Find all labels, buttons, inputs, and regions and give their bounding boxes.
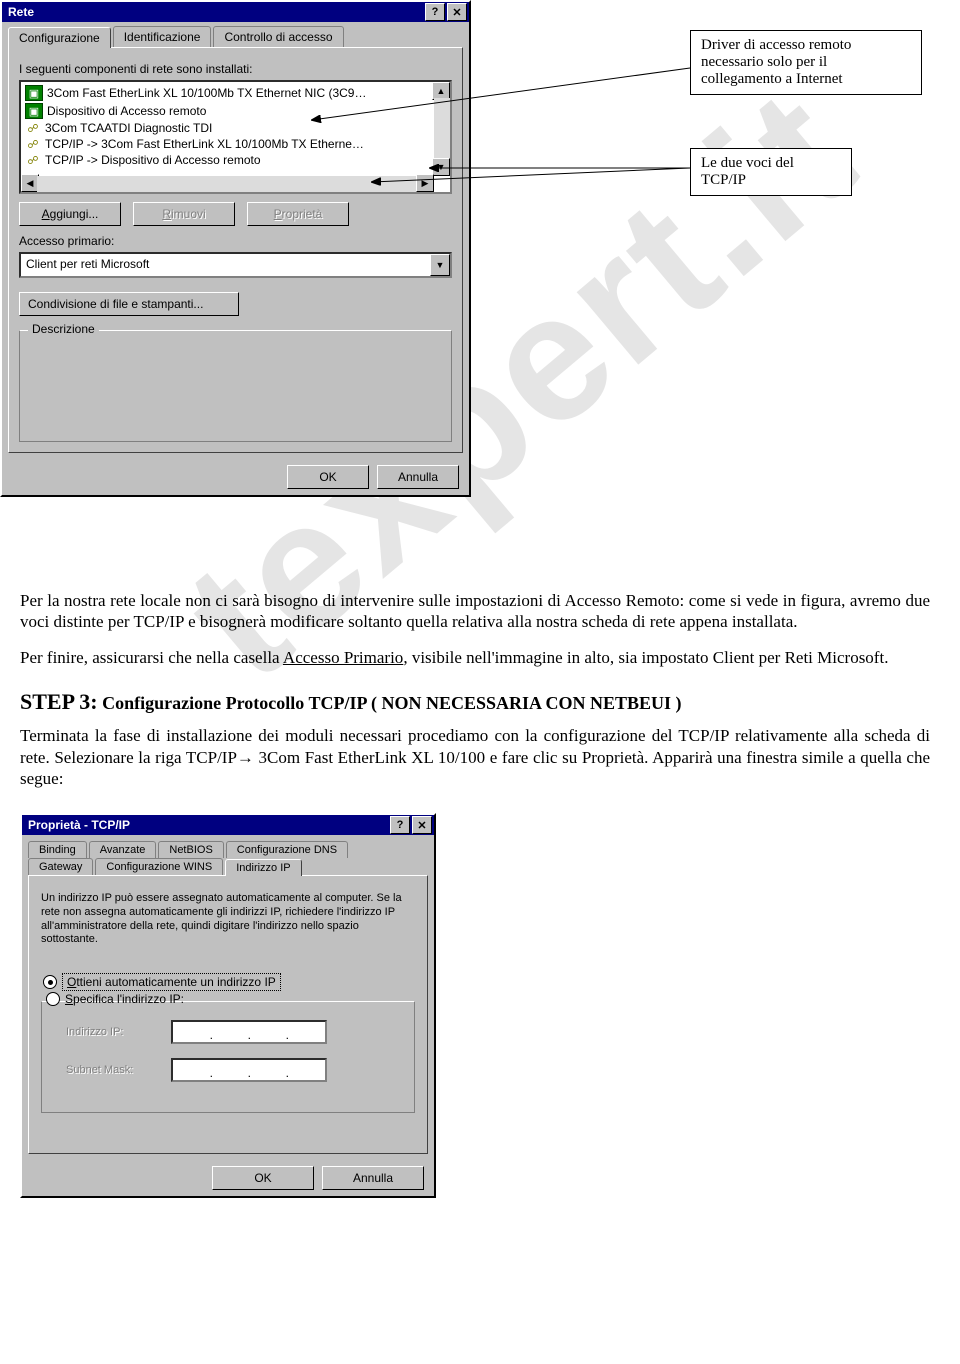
radio-icon	[46, 992, 60, 1006]
cancel-button[interactable]: Annulla	[322, 1166, 424, 1190]
link-accesso-primario: Accesso Primario	[283, 648, 403, 667]
subnet-mask-field[interactable]	[171, 1058, 327, 1082]
ip-address-label: Indirizzo IP:	[66, 1026, 161, 1038]
tab-configurazione[interactable]: Configurazione	[8, 27, 111, 48]
tab-config-wins[interactable]: Configurazione WINS	[95, 858, 223, 875]
help-button[interactable]: ?	[390, 816, 410, 834]
dialog-tcpip-properties: Proprietà - TCP/IP ? ✕ Binding Avanzate …	[20, 813, 436, 1198]
subnet-mask-label: Subnet Mask:	[66, 1064, 161, 1076]
paragraph: Per la nostra rete locale non ci sarà bi…	[20, 590, 930, 633]
close-button[interactable]: ✕	[412, 816, 432, 834]
title-tcpip: Proprietà - TCP/IP	[24, 818, 388, 832]
tab-indirizzo-ip[interactable]: Indirizzo IP	[225, 859, 301, 876]
ip-address-field[interactable]	[171, 1020, 327, 1044]
ip-info-text: Un indirizzo IP può essere assegnato aut…	[41, 892, 415, 947]
radio-icon	[43, 975, 57, 989]
callout-tcpip: Le due voci del TCP/IP	[690, 148, 852, 196]
step3-heading: STEP 3: Configurazione Protocollo TCP/IP…	[20, 688, 930, 716]
paragraph: Terminata la fase di installazione dei m…	[20, 725, 930, 789]
paragraph: Per finire, assicurarsi che nella casell…	[20, 647, 930, 668]
tab-config-dns[interactable]: Configurazione DNS	[226, 841, 348, 858]
radio-auto-ip[interactable]: Ottieni automaticamente un indirizzo IP	[43, 973, 413, 991]
titlebar-tcpip[interactable]: Proprietà - TCP/IP ? ✕	[22, 815, 434, 835]
tab-panel-indirizzo-ip: Un indirizzo IP può essere assegnato aut…	[28, 875, 428, 1154]
tab-binding[interactable]: Binding	[28, 841, 87, 858]
tab-gateway[interactable]: Gateway	[28, 858, 93, 875]
callout-driver: Driver di accesso remoto necessario solo…	[690, 30, 922, 95]
radio-specify-ip[interactable]: Specifica l'indirizzo IP:	[46, 992, 404, 1006]
callout-driver-text: Driver di accesso remoto necessario solo…	[701, 37, 851, 87]
callout-tcpip-text: Le due voci del TCP/IP	[701, 155, 794, 188]
ok-button[interactable]: OK	[212, 1166, 314, 1190]
tab-avanzate[interactable]: Avanzate	[89, 841, 157, 858]
article-body: Per la nostra rete locale non ci sarà bi…	[0, 560, 960, 813]
specify-ip-group: Specifica l'indirizzo IP: Indirizzo IP: …	[41, 1001, 415, 1113]
tab-netbios[interactable]: NetBIOS	[158, 841, 223, 858]
